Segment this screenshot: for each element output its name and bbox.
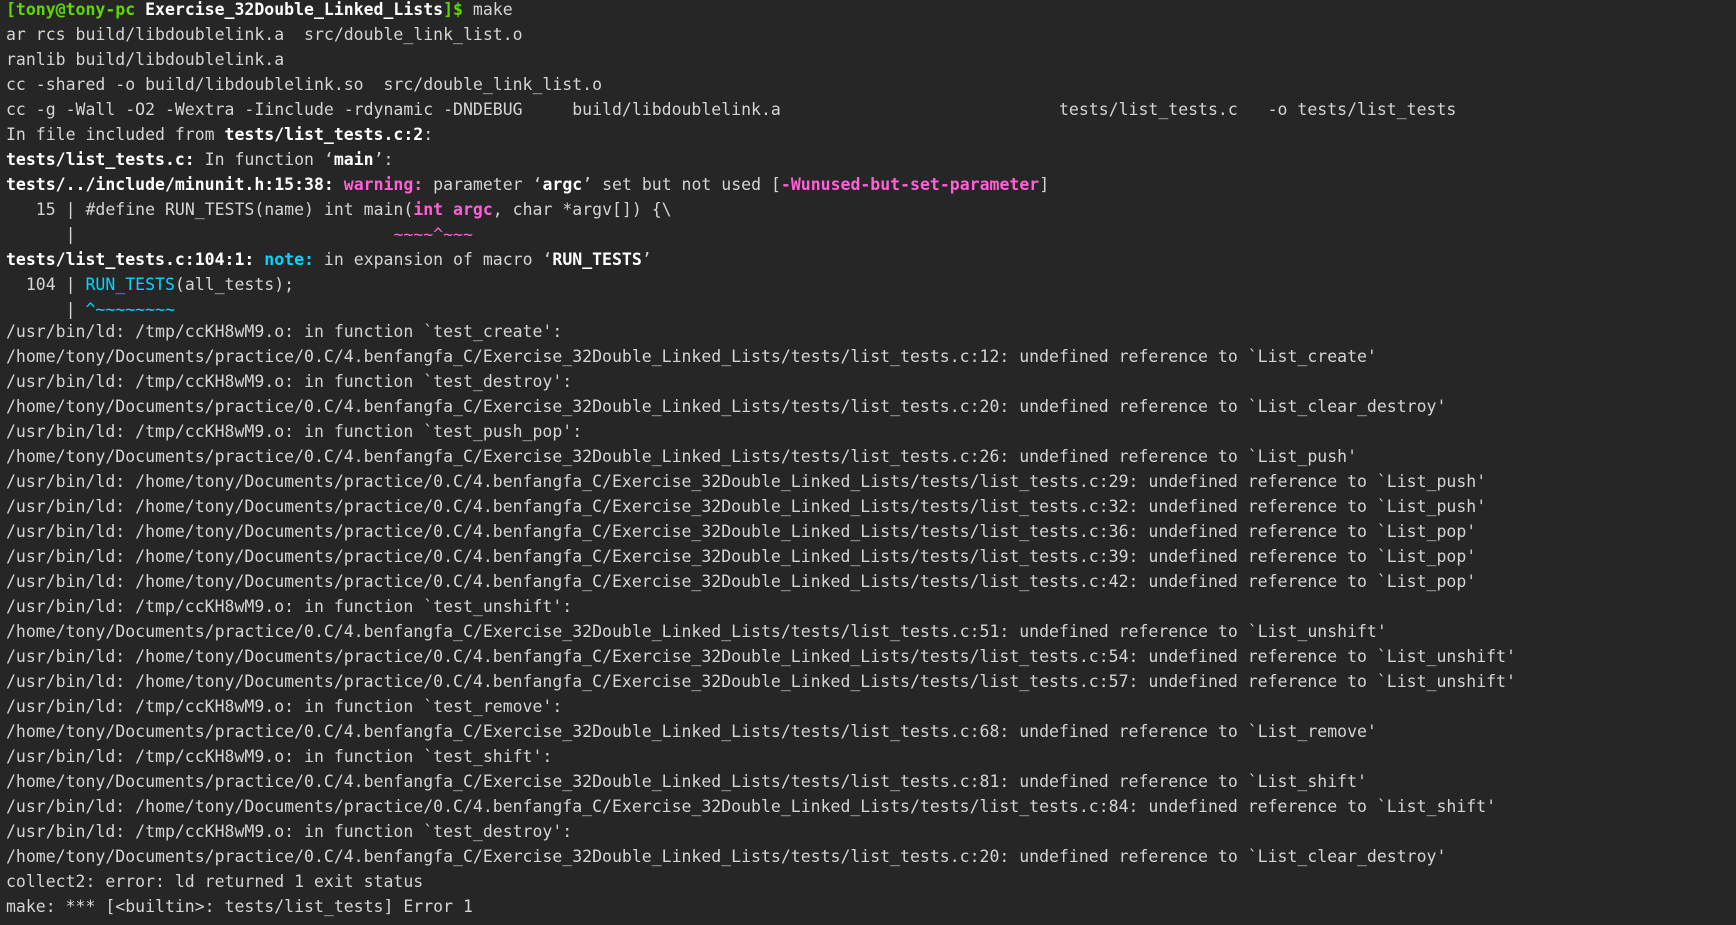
source-gutter: | [6,225,86,244]
linker-line: /usr/bin/ld: /tmp/ccKH8wM9.o: in functio… [6,322,563,341]
source-text: #define RUN_TESTS(name) int main( [85,200,414,219]
warning-flag: -Wunused-but-set-parameter [780,175,1040,194]
note-text: in expansion of macro ‘ [313,250,553,269]
linker-line: /usr/bin/ld: /home/tony/Documents/practi… [6,497,1487,516]
warning-text: parameter ‘ [423,175,543,194]
linker-line: /usr/bin/ld: /home/tony/Documents/practi… [6,547,1477,566]
source-gutter: | [6,300,86,319]
terminal-window[interactable]: [tony@tony-pc Exercise_32Double_Linked_L… [0,0,1736,925]
note-line: tests/list_tests.c:104:1: note: in expan… [6,247,1736,272]
in-function-text: In function ‘ [194,150,334,169]
linker-line: collect2: error: ld returned 1 exit stat… [6,872,424,891]
prompt-suffix: ]$ [443,0,463,19]
source-text: , char *argv[]) {\ [492,200,672,219]
linker-line: /home/tony/Documents/practice/0.C/4.benf… [6,347,1377,366]
warning-location: tests/../include/minunit.h:15:38: [6,175,334,194]
linker-line: /usr/bin/ld: /tmp/ccKH8wM9.o: in functio… [6,697,563,716]
source-line-104: 104 | RUN_TESTS(all_tests); [6,272,1736,297]
build-line: ranlib build/libdoublelink.a [6,50,285,69]
included-from-line: In file included from tests/list_tests.c… [6,122,1736,147]
prompt-command: make [472,0,513,19]
linker-line: /usr/bin/ld: /home/tony/Documents/practi… [6,472,1487,491]
in-function-end: ’: [373,150,394,169]
linker-output: /usr/bin/ld: /tmp/ccKH8wM9.o: in functio… [6,319,1736,919]
linker-line: /home/tony/Documents/practice/0.C/4.benf… [6,847,1447,866]
caret-marker: ~~~~^~~~ [393,225,473,244]
in-function-name: main [333,150,374,169]
linker-line: /usr/bin/ld: /home/tony/Documents/practi… [6,522,1477,541]
linker-line: /usr/bin/ld: /tmp/ccKH8wM9.o: in functio… [6,422,583,441]
caret-marker: ^~~~~~~~~ [85,300,175,319]
note-location: tests/list_tests.c:104:1: [6,250,255,269]
build-line: ar rcs build/libdoublelink.a src/double_… [6,25,523,44]
linker-line: /usr/bin/ld: /tmp/ccKH8wM9.o: in functio… [6,747,553,766]
linker-line: /usr/bin/ld: /home/tony/Documents/practi… [6,572,1477,591]
note-label: note: [264,250,314,269]
warning-label: warning: [343,175,424,194]
linker-line: /usr/bin/ld: /home/tony/Documents/practi… [6,672,1516,691]
source-gutter: 104 | [6,275,86,294]
linker-line: /home/tony/Documents/practice/0.C/4.benf… [6,722,1377,741]
linker-line: /home/tony/Documents/practice/0.C/4.benf… [6,397,1447,416]
linker-line: /home/tony/Documents/practice/0.C/4.benf… [6,622,1387,641]
prompt-user-host: [tony@tony-pc [6,0,136,19]
included-from-prefix: In file included from [6,125,225,144]
shell-prompt-line: [tony@tony-pc Exercise_32Double_Linked_L… [6,0,1736,22]
linker-line: /home/tony/Documents/practice/0.C/4.benf… [6,447,1358,466]
warning-param: argc [542,175,583,194]
source-highlight: int argc [413,200,493,219]
in-function-file: tests/list_tests.c: [6,150,195,169]
warning-text: ’ set but not used [ [582,175,781,194]
warning-line: tests/../include/minunit.h:15:38: warnin… [6,172,1736,197]
linker-line: /usr/bin/ld: /home/tony/Documents/practi… [6,647,1516,666]
linker-line: /home/tony/Documents/practice/0.C/4.benf… [6,772,1367,791]
included-from-suffix: : [423,125,434,144]
linker-line: /usr/bin/ld: /tmp/ccKH8wM9.o: in functio… [6,372,573,391]
note-macro: RUN_TESTS [552,250,642,269]
source-highlight: RUN_TESTS [85,275,175,294]
included-from-file: tests/list_tests.c:2 [224,125,424,144]
note-text: ’ [641,250,652,269]
source-gutter: 15 | [6,200,86,219]
build-line: cc -shared -o build/libdoublelink.so src… [6,75,603,94]
source-line-15: 15 | #define RUN_TESTS(name) int main(in… [6,197,1736,222]
build-line: cc -g -Wall -O2 -Wextra -Iinclude -rdyna… [6,100,1457,119]
source-text: (all_tests); [174,275,295,294]
caret-padding [85,225,393,244]
caret-line-15: | ~~~~^~~~ [6,222,1736,247]
in-function-line: tests/list_tests.c: In function ‘main’: [6,147,1736,172]
linker-line: /usr/bin/ld: /tmp/ccKH8wM9.o: in functio… [6,597,573,616]
linker-line: make: *** [<builtin>: tests/list_tests] … [6,897,473,916]
prompt-directory: Exercise_32Double_Linked_Lists [145,0,444,19]
linker-line: /usr/bin/ld: /home/tony/Documents/practi… [6,797,1497,816]
warning-text: ] [1039,175,1050,194]
linker-line: /usr/bin/ld: /tmp/ccKH8wM9.o: in functio… [6,822,573,841]
